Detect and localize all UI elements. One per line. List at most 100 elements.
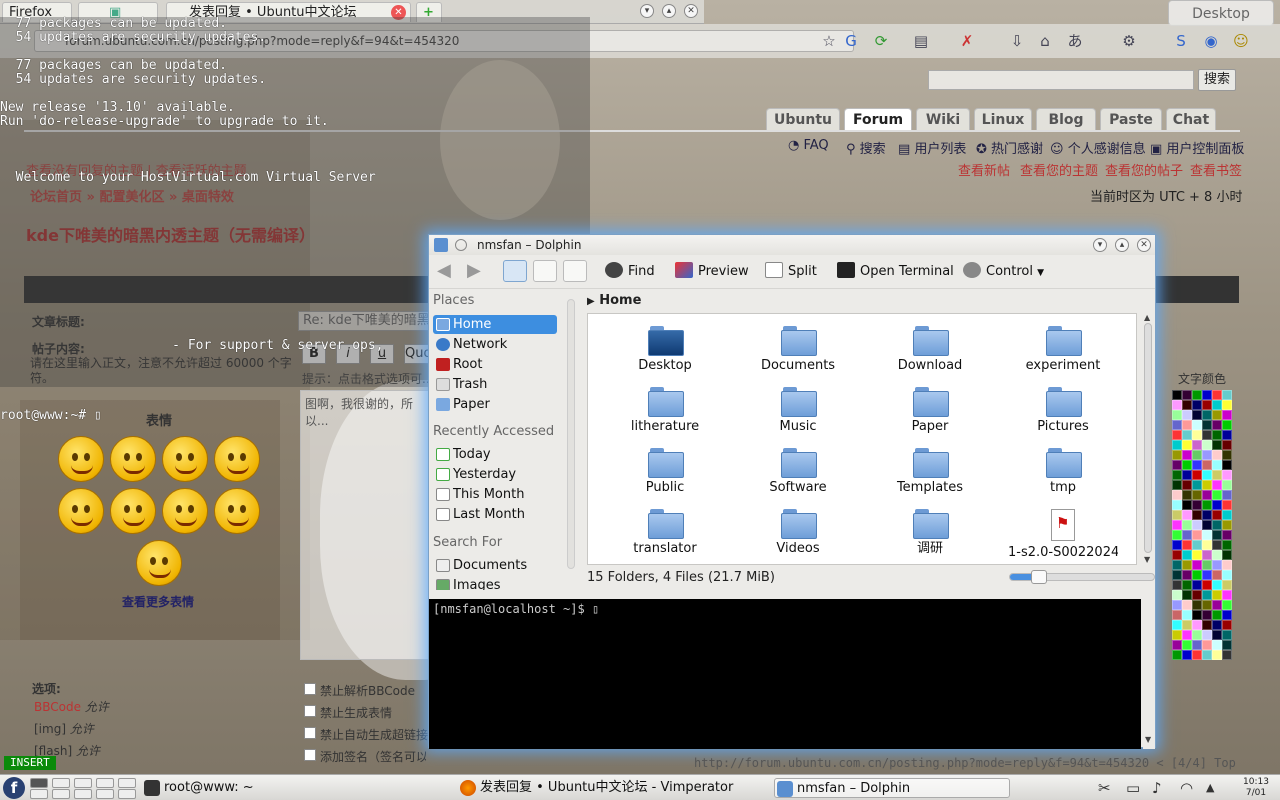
disable-urls-checkbox[interactable] [304, 727, 316, 739]
recent-today[interactable]: Today [433, 445, 557, 464]
location-breadcrumb[interactable]: ▶ Home [587, 291, 987, 311]
color-swatch[interactable] [1192, 460, 1202, 470]
color-swatch[interactable] [1212, 420, 1222, 430]
color-swatch[interactable] [1192, 580, 1202, 590]
color-swatch[interactable] [1212, 600, 1222, 610]
link-memberlist[interactable]: ▤ 用户列表 [898, 138, 966, 157]
color-swatch[interactable] [1182, 510, 1192, 520]
color-swatch[interactable] [1222, 400, 1232, 410]
color-swatch[interactable] [1182, 450, 1192, 460]
desktop-pager-7[interactable] [52, 789, 70, 799]
file-item[interactable]: Templates [875, 448, 985, 495]
split-button[interactable]: Split [765, 261, 817, 283]
color-swatch[interactable] [1192, 520, 1202, 530]
color-swatch[interactable] [1212, 540, 1222, 550]
color-swatch[interactable] [1212, 620, 1222, 630]
color-swatch[interactable] [1172, 440, 1182, 450]
window-menu-icon[interactable] [455, 239, 467, 251]
desktop-pager-8[interactable] [74, 789, 92, 799]
color-swatch[interactable] [1192, 550, 1202, 560]
maximize-icon[interactable]: ▴ [662, 4, 676, 18]
settings-icon[interactable]: ⚙ [1120, 32, 1138, 50]
color-swatch[interactable] [1192, 620, 1202, 630]
color-swatch[interactable] [1172, 410, 1182, 420]
color-swatch[interactable] [1172, 480, 1182, 490]
color-swatch[interactable] [1182, 610, 1192, 620]
color-swatch[interactable] [1182, 580, 1192, 590]
color-swatch[interactable] [1192, 450, 1202, 460]
file-item[interactable]: Public [610, 448, 720, 495]
color-swatch[interactable] [1172, 560, 1182, 570]
color-swatch[interactable] [1222, 570, 1232, 580]
minimize-icon[interactable]: ▾ [1093, 238, 1107, 252]
wifi-icon[interactable]: ◠ [1180, 779, 1193, 797]
color-swatch[interactable] [1202, 450, 1212, 460]
audio-icon[interactable]: ♪ [1152, 779, 1162, 797]
columns-view-button[interactable] [563, 260, 587, 282]
bookmarks-icon[interactable]: ▤ [912, 32, 930, 50]
color-swatch[interactable] [1192, 440, 1202, 450]
color-swatch[interactable] [1212, 570, 1222, 580]
find-button[interactable]: Find [605, 261, 655, 283]
file-item[interactable]: Software [743, 448, 853, 495]
color-swatch[interactable] [1192, 540, 1202, 550]
color-swatch[interactable] [1212, 490, 1222, 500]
tab-ubuntu[interactable]: Ubuntu [766, 108, 840, 130]
color-swatch[interactable] [1192, 510, 1202, 520]
file-item[interactable]: Download [875, 326, 985, 373]
color-swatch[interactable] [1212, 580, 1222, 590]
reload-icon[interactable]: ⟳ [872, 32, 890, 50]
color-swatch[interactable] [1192, 650, 1202, 660]
dizzy-smiley-icon[interactable] [136, 540, 182, 586]
color-swatch[interactable] [1222, 530, 1232, 540]
color-swatch[interactable] [1212, 470, 1222, 480]
color-swatch[interactable] [1192, 640, 1202, 650]
color-swatch[interactable] [1212, 640, 1222, 650]
color-swatch[interactable] [1172, 420, 1182, 430]
file-item[interactable]: tmp [1008, 448, 1118, 495]
recent-this-month[interactable]: This Month [433, 485, 557, 504]
color-swatch[interactable] [1202, 550, 1212, 560]
desktop-pager-10[interactable] [118, 789, 136, 799]
tab-wiki[interactable]: Wiki [916, 108, 970, 130]
color-swatch[interactable] [1192, 500, 1202, 510]
link-new-posts[interactable]: 查看新帖 [958, 160, 1010, 179]
task-terminal[interactable]: root@www: ~ [142, 778, 254, 798]
color-palette[interactable] [1172, 390, 1232, 666]
back-arrow-icon[interactable]: ◀ [437, 261, 451, 281]
color-swatch[interactable] [1192, 530, 1202, 540]
home-icon[interactable]: ⌂ [1036, 32, 1054, 50]
color-swatch[interactable] [1172, 640, 1182, 650]
link-ucp[interactable]: ▣ 用户控制面板 [1150, 138, 1244, 157]
color-swatch[interactable] [1202, 410, 1212, 420]
color-swatch[interactable] [1222, 470, 1232, 480]
color-swatch[interactable] [1172, 590, 1182, 600]
color-swatch[interactable] [1202, 440, 1212, 450]
icons-view-button[interactable] [503, 260, 527, 282]
tab-linux[interactable]: Linux [974, 108, 1032, 130]
color-swatch[interactable] [1212, 430, 1222, 440]
fedora-menu-icon[interactable]: f [3, 777, 25, 799]
color-swatch[interactable] [1202, 560, 1212, 570]
color-swatch[interactable] [1202, 640, 1212, 650]
color-swatch[interactable] [1222, 550, 1232, 560]
color-swatch[interactable] [1192, 480, 1202, 490]
color-swatch[interactable] [1222, 450, 1232, 460]
color-swatch[interactable] [1182, 430, 1192, 440]
link-bookmarks[interactable]: 查看书签 [1190, 160, 1242, 179]
color-swatch[interactable] [1212, 460, 1222, 470]
color-swatch[interactable] [1222, 600, 1232, 610]
embedded-terminal[interactable]: [nmsfan@localhost ~]$ ▯ [429, 599, 1141, 749]
preview-button[interactable]: Preview [675, 261, 749, 283]
file-item[interactable]: litherature [610, 387, 720, 434]
color-swatch[interactable] [1222, 650, 1232, 660]
window-list-icon[interactable]: ▭ [1126, 779, 1140, 797]
color-swatch[interactable] [1202, 620, 1212, 630]
color-swatch[interactable] [1182, 530, 1192, 540]
desktop-pager-9[interactable] [96, 789, 114, 799]
color-swatch[interactable] [1202, 500, 1212, 510]
color-swatch[interactable] [1182, 620, 1192, 630]
desktop-indicator[interactable]: Desktop [1168, 0, 1274, 26]
color-swatch[interactable] [1192, 430, 1202, 440]
file-item[interactable]: 1-s2.0-S0022024897000... [1008, 509, 1118, 560]
